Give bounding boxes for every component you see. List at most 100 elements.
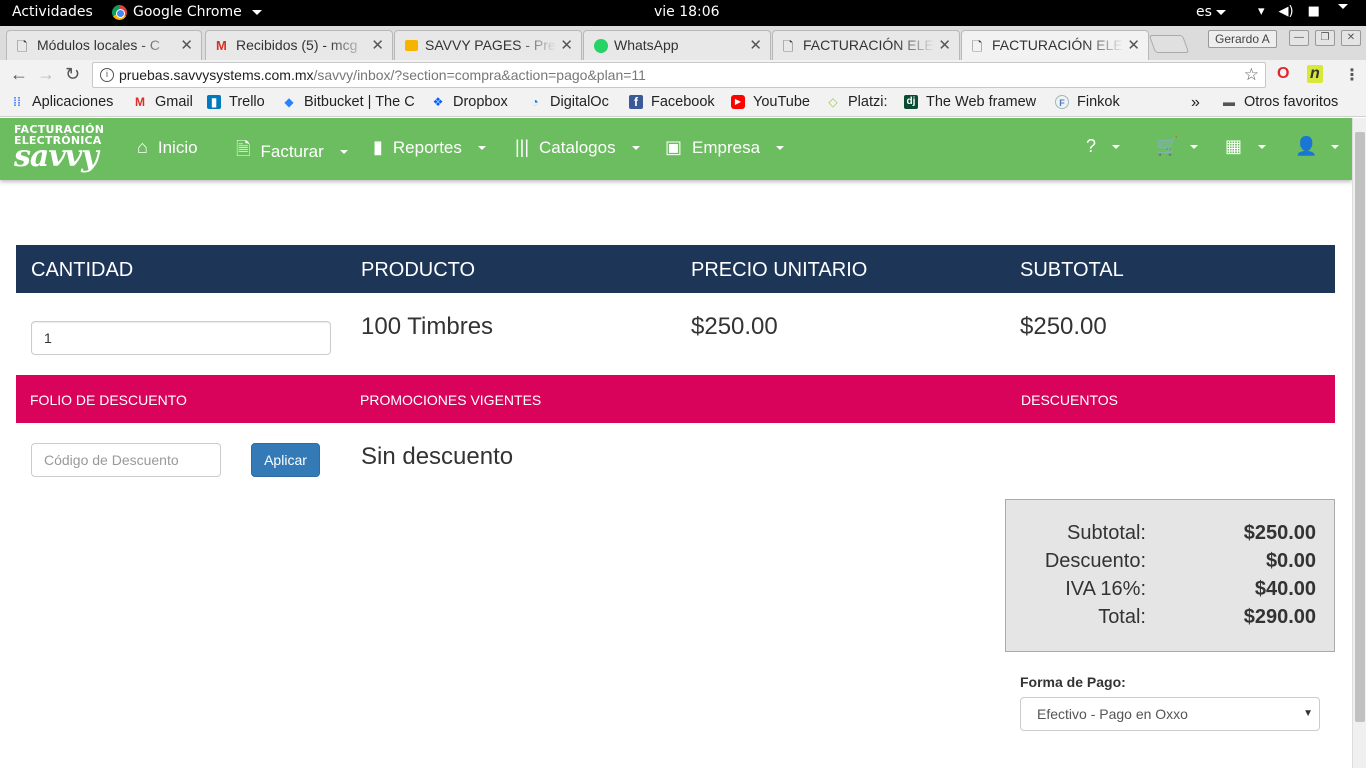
nav-catalogos[interactable]: ||| Catalogos: [515, 137, 640, 158]
scrollbar-thumb[interactable]: [1355, 132, 1365, 722]
close-icon[interactable]: ✕: [938, 36, 951, 54]
help-menu[interactable]: ?: [1086, 136, 1121, 157]
nav-empresa[interactable]: ▣ Empresa: [665, 137, 785, 158]
app-logo[interactable]: FACTURACIÓN ELECTRÓNICA savvy: [14, 124, 108, 174]
nav-facturar[interactable]: 🗎 Facturar: [236, 137, 348, 167]
back-icon[interactable]: ←: [10, 64, 28, 85]
tab-title: WhatsApp: [614, 37, 679, 53]
home-icon: ⌂: [137, 137, 148, 157]
bookmark-trello[interactable]: ▮ Trello: [207, 94, 265, 110]
bookmark-digitalocean[interactable]: ◔ DigitalOc: [528, 94, 618, 110]
app-name: Google Chrome: [133, 4, 242, 20]
browser-tab-active[interactable]: 🗋 FACTURACIÓN ELE ✕: [961, 30, 1149, 61]
nav-reportes[interactable]: ▮ Reportes: [373, 137, 486, 158]
n-extension-icon[interactable]: n: [1307, 65, 1323, 83]
bookmark-finkok[interactable]: F Finkok: [1055, 94, 1120, 110]
bookmark-label: YouTube: [753, 94, 810, 110]
apps-menu[interactable]: ▦: [1225, 136, 1267, 157]
total-value: $290.00: [1243, 606, 1316, 628]
file-icon: 🗎: [236, 139, 251, 159]
bookmarks-bar: ⁞⁞ Aplicaciones M Gmail ▮ Trello ◆ Bitbucket…: [0, 90, 1366, 117]
bookmark-label: Otros favoritos: [1244, 94, 1339, 110]
bookmark-apps[interactable]: ⁞⁞ Aplicaciones: [10, 94, 113, 110]
caret-icon: [1190, 144, 1199, 149]
bookmark-label: The Web framew: [926, 94, 1037, 110]
briefcase-icon: ▣: [665, 137, 683, 157]
bookmark-label: Dropbox: [453, 94, 508, 110]
header-cantidad: CANTIDAD: [31, 259, 134, 281]
other-bookmarks[interactable]: ▬ Otros favoritos: [1222, 94, 1338, 110]
iva-value: $40.00: [1254, 578, 1316, 600]
page-scrollbar[interactable]: [1352, 118, 1366, 768]
menu-dots-icon[interactable]: ⋮: [1344, 65, 1360, 85]
header-folio: FOLIO DE DESCUENTO: [30, 392, 187, 408]
bookmark-label: Facebook: [651, 94, 715, 110]
opera-extension-icon[interactable]: O: [1277, 65, 1289, 83]
gmail-icon: M: [216, 38, 227, 53]
app-menu[interactable]: Google Chrome: [112, 4, 262, 20]
language-indicator[interactable]: es: [1196, 4, 1226, 20]
info-icon[interactable]: i: [100, 68, 114, 82]
close-icon[interactable]: ✕: [749, 36, 762, 54]
minimize-icon[interactable]: —: [1289, 30, 1309, 46]
apply-button[interactable]: Aplicar: [251, 443, 320, 477]
maximize-icon[interactable]: ❐: [1315, 30, 1335, 46]
browser-tab[interactable]: 🗋 Módulos locales - C ✕: [6, 30, 202, 60]
close-icon[interactable]: ✕: [180, 36, 193, 54]
nav-label: Facturar: [260, 142, 324, 161]
new-tab-button[interactable]: [1148, 35, 1190, 53]
close-window-icon[interactable]: ✕: [1341, 30, 1361, 46]
quantity-input[interactable]: 1: [31, 321, 331, 355]
bookmark-gmail[interactable]: M Gmail: [133, 94, 193, 110]
close-icon[interactable]: ✕: [1127, 36, 1140, 54]
forward-icon[interactable]: →: [37, 64, 55, 85]
bookmark-platzi[interactable]: ◇ Platzi:: [826, 94, 887, 110]
address-bar[interactable]: i pruebas.savvysystems.com.mx/savvy/inbo…: [92, 62, 1266, 88]
iva-label: IVA 16%:: [1065, 578, 1146, 600]
bookmark-label: Bitbucket | The C: [304, 94, 415, 110]
youtube-icon: ▶: [731, 95, 745, 109]
reload-icon[interactable]: ↻: [65, 64, 80, 85]
nav-inicio[interactable]: ⌂ Inicio: [137, 137, 198, 158]
bookmark-bitbucket[interactable]: ◆ Bitbucket | The C: [282, 94, 418, 110]
order-table-header: CANTIDAD PRODUCTO PRECIO UNITARIO SUBTOT…: [16, 245, 1335, 293]
url-host: pruebas.savvysystems.com.mx: [119, 67, 314, 83]
wifi-icon: ▾: [1258, 4, 1265, 19]
discount-table-header: FOLIO DE DESCUENTO PROMOCIONES VIGENTES …: [16, 375, 1335, 423]
payment-method-select[interactable]: Efectivo - Pago en Oxxo ▼: [1020, 697, 1320, 731]
bookmark-star-icon[interactable]: ☆: [1244, 65, 1259, 85]
browser-tab[interactable]: M Recibidos (5) - mcg ✕: [205, 30, 393, 60]
clock[interactable]: vie 18:06: [654, 4, 720, 20]
payment-method-value: Efectivo - Pago en Oxxo: [1037, 706, 1188, 722]
chevron-down-icon: [251, 9, 262, 15]
header-subtotal: SUBTOTAL: [1020, 259, 1124, 281]
logo-line3: savvy: [14, 139, 99, 174]
system-tray[interactable]: ▾ ◀) ■: [1258, 4, 1348, 19]
browser-tab[interactable]: WhatsApp ✕: [583, 30, 771, 60]
header-descuentos: DESCUENTOS: [1021, 392, 1118, 408]
nav-label: Inicio: [157, 137, 198, 157]
bookmark-dropbox[interactable]: ❖ Dropbox: [431, 94, 508, 110]
close-icon[interactable]: ✕: [560, 36, 573, 54]
page-content: FACTURACIÓN ELECTRÓNICA savvy ⌂ Inicio 🗎…: [0, 118, 1352, 768]
browser-tab[interactable]: SAVVY PAGES - Pre ✕: [394, 30, 582, 60]
bookmark-facebook[interactable]: f Facebook: [629, 94, 715, 110]
caret-icon: [1112, 144, 1121, 149]
caret-icon: [339, 150, 348, 154]
nav-label: Reportes: [392, 137, 462, 157]
bookmark-django[interactable]: dj The Web framew: [904, 94, 1040, 110]
browser-tab[interactable]: 🗋 FACTURACIÓN ELE ✕: [772, 30, 960, 60]
bookmark-youtube[interactable]: ▶ YouTube: [731, 94, 810, 110]
discount-code-input[interactable]: Código de Descuento: [31, 443, 221, 477]
bookmarks-overflow-button[interactable]: »: [1191, 94, 1200, 112]
product-name: 100 Timbres: [361, 313, 494, 340]
barcode-icon: |||: [515, 137, 530, 157]
volume-icon: ◀): [1278, 4, 1294, 19]
user-menu[interactable]: 👤: [1295, 136, 1340, 157]
activities-button[interactable]: Actividades: [12, 4, 93, 20]
close-icon[interactable]: ✕: [371, 36, 384, 54]
profile-button[interactable]: Gerardo A: [1208, 30, 1277, 48]
apps-grid-icon: ⁞⁞: [13, 95, 21, 109]
totals-panel: Subtotal: $250.00 Descuento: $0.00 IVA 1…: [1005, 499, 1335, 652]
cart-menu[interactable]: 🛒: [1156, 136, 1199, 157]
